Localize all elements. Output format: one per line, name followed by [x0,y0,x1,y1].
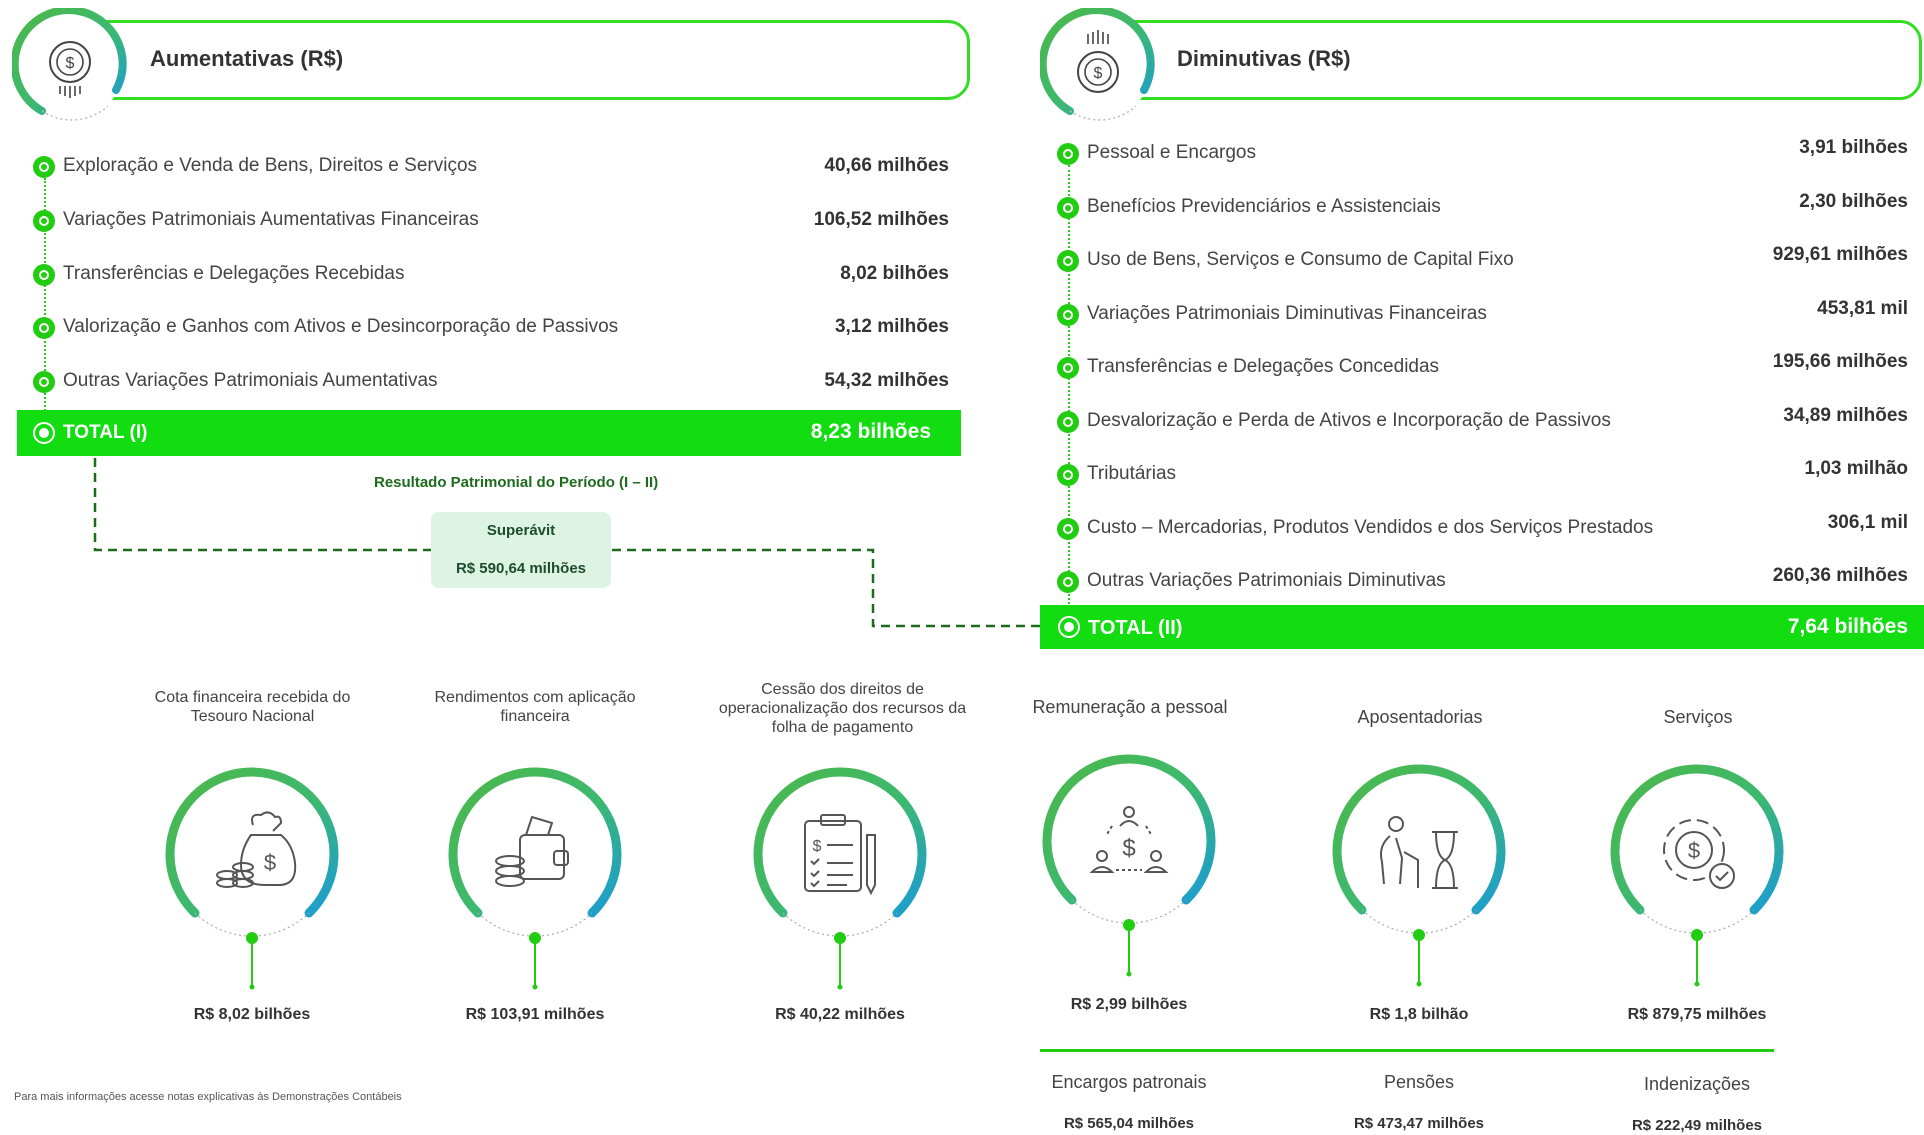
money-bag-icon: $ [216,811,297,888]
receita-value: R$ 8,02 bilhões [193,1006,311,1023]
sub-despesa-value: R$ 473,47 milhões [1353,1115,1485,1132]
footnote: Para mais informações acesse notas expli… [14,1091,402,1103]
svg-text:$: $ [1122,835,1135,862]
despesa-circle [1332,764,1506,987]
sub-despesa-label: Encargos patronais [1051,1072,1207,1092]
despesa-value: R$ 879,75 milhões [1627,1006,1767,1023]
receita-caption: Cota financeira recebida do Tesouro Naci… [154,689,351,725]
result-status: Superávit [486,522,556,539]
receita-circle: $ [753,767,927,990]
despesa-circle: $ [1042,754,1216,977]
svg-text:$: $ [264,850,276,875]
wallet-icon [495,815,569,887]
sub-despesa-label: Indenizações [1643,1074,1751,1094]
result-value: R$ 590,64 milhões [455,560,587,577]
receita-caption: Rendimentos com aplicação financeira [434,689,636,725]
receita-value: R$ 40,22 milhões [775,1006,905,1023]
despesa-caption: Aposentadorias [1357,707,1483,727]
despesa-circle: $ [1610,764,1784,987]
result-box: Superávit R$ 590,64 milhões [431,512,611,588]
sub-divider [1040,1049,1774,1052]
result-connector-lines [93,458,1040,628]
despesa-value: R$ 1,8 bilhão [1369,1006,1469,1023]
svg-text:$: $ [813,838,822,855]
svg-text:$: $ [1688,838,1700,863]
despesa-value: R$ 2,99 bilhões [1070,996,1188,1013]
sub-despesa-value: R$ 565,04 milhões [1063,1115,1195,1132]
result-title: Resultado Patrimonial do Período (I – II… [374,474,659,491]
sub-despesa-label: Pensões [1383,1072,1455,1092]
people-money-icon: $ [1089,806,1169,873]
sub-despesa-value: R$ 222,49 milhões [1631,1117,1763,1134]
gear-money-icon: $ [1663,819,1735,889]
receita-circle: $ [165,767,339,990]
elderly-hourglass-icon [1380,816,1458,889]
clipboard-icon: $ [804,814,876,896]
despesa-caption: Serviços [1663,707,1733,727]
receita-value: R$ 103,91 milhões [465,1006,605,1023]
despesa-caption: Remuneração a pessoal [1032,697,1228,717]
receita-caption: Cessão dos direitos de operacionalização… [718,681,967,736]
receita-circle [448,767,622,990]
